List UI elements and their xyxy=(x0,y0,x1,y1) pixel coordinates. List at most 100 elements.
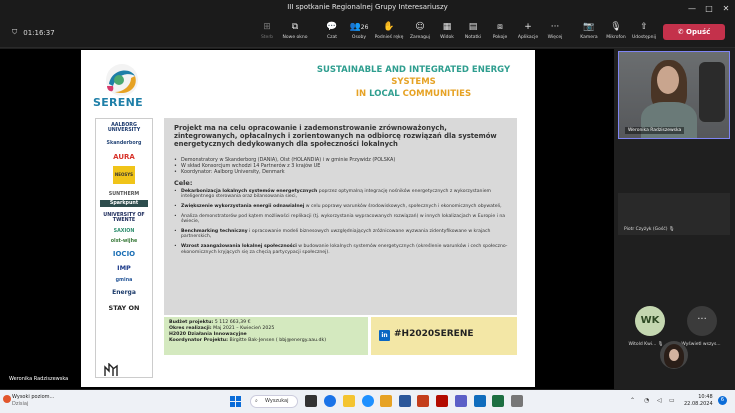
search-icon: ⌕ xyxy=(255,398,258,404)
slide-headline: SUSTAINABLE AND INTEGRATED ENERGY SYSTEM… xyxy=(316,65,511,99)
timer-value: 01:16:37 xyxy=(23,28,55,37)
camera-icon: 📷 xyxy=(583,22,595,32)
hashtag-box: in #H2020SERENE xyxy=(371,317,517,355)
weather-alert-icon xyxy=(3,395,11,403)
smiley-icon: ☺ xyxy=(415,22,425,32)
react-button[interactable]: ☺ Zareaguj xyxy=(405,21,435,47)
store-icon[interactable] xyxy=(380,395,392,407)
powerpoint-icon[interactable] xyxy=(417,395,429,407)
edge-icon[interactable] xyxy=(362,395,374,407)
goal-item: Wzrost zaangażowania lokalnej społecznoś… xyxy=(174,244,511,255)
minimize-button[interactable]: — xyxy=(684,2,700,15)
face-shape xyxy=(657,66,679,94)
phone-icon: ✆ xyxy=(677,28,687,36)
goals-heading: Cele: xyxy=(174,178,193,187)
goal-item: Benchmarking techniczny i opracowanie mo… xyxy=(174,229,511,240)
partner-logo: IMP xyxy=(117,264,131,272)
maximize-button[interactable]: □ xyxy=(701,2,717,15)
share-icon: ⇧ xyxy=(640,22,648,32)
partner-logo: NEOSYS xyxy=(113,166,135,184)
excel-icon[interactable] xyxy=(492,395,504,407)
shared-screen: SERENE SUSTAINABLE AND INTEGRATED ENERGY… xyxy=(0,49,614,389)
microphone-icon: 🎙 xyxy=(610,22,622,32)
bullet-item: Koordynator: Aalborg University, Denmark xyxy=(174,169,511,176)
footer-logo-icon xyxy=(104,363,118,376)
network-icon[interactable]: ◔ xyxy=(644,397,649,404)
goal-item: Analiza demonstratorów pod kątem możliwo… xyxy=(174,214,511,225)
camera-tile[interactable]: Weronika Radziszewska xyxy=(618,51,730,139)
notification-icon[interactable]: 6 xyxy=(718,396,727,405)
window-title: III spotkanie Regionalnej Grupy Interesa… xyxy=(287,3,448,11)
goal-item: Zwiększenie wykorzystania energii odnawi… xyxy=(174,204,511,210)
title-bar: III spotkanie Regionalnej Grupy Interesa… xyxy=(0,0,735,18)
camera-button[interactable]: 📷 Kamera xyxy=(574,21,604,47)
partner-logo: SAXION xyxy=(113,229,135,234)
camera-name-label: Weronika Radziszewska xyxy=(625,127,685,134)
partner-logo: IOCIO xyxy=(112,250,136,258)
partner-logo: STAY ON xyxy=(108,304,140,312)
apps-button[interactable]: + Aplikacje xyxy=(513,21,543,47)
leave-button[interactable]: ✆ Opuść xyxy=(663,24,725,40)
raise-hand-button[interactable]: ✋ Podnieś rękę xyxy=(374,21,404,47)
chat-icon: 💬 xyxy=(326,22,338,32)
plus-icon: + xyxy=(524,22,532,32)
app-icon[interactable] xyxy=(511,395,523,407)
people-icon: 👥26 xyxy=(349,22,369,32)
weather-widget[interactable]: Wysoki poziom... Dzisiaj xyxy=(12,394,54,407)
file-explorer-icon[interactable] xyxy=(343,395,355,407)
mic-button[interactable]: 🎙 Mikrofon xyxy=(601,21,631,47)
partner-logo: olst-wijhe xyxy=(110,239,138,244)
participant-tile[interactable]: Piotr Czyżyk (Gość) 🎙 xyxy=(618,193,730,235)
view-button[interactable]: ⊞ Sterb xyxy=(252,21,282,47)
project-bullets: Demonstratory w Skanderborg (DANIA), Ols… xyxy=(174,157,511,177)
participant-name: Piotr Czyżyk (Gość) 🎙 xyxy=(624,227,675,232)
word-icon[interactable] xyxy=(399,395,411,407)
linkedin-icon: in xyxy=(379,330,390,341)
meeting-timer: ⛉ 01:16:37 xyxy=(12,28,55,37)
presentation-slide: SERENE SUSTAINABLE AND INTEGRATED ENERGY… xyxy=(81,50,535,387)
people-button[interactable]: 👥26 Osoby xyxy=(344,21,374,47)
partner-logo: Skanderborg xyxy=(106,141,142,146)
close-button[interactable]: ✕ xyxy=(718,2,734,15)
partner-logo: AURA xyxy=(113,153,135,161)
meeting-toolbar: ⛉ 01:16:37 ⊞ Sterb ⧉ Nowe okno 💬 Czat 👥26 Os… xyxy=(0,18,735,48)
chair-shape xyxy=(699,62,725,122)
view-icon: ⊞ xyxy=(263,22,271,32)
participants-panel: Weronika Radziszewska Piotr Czyżyk (Gość… xyxy=(615,49,735,389)
outlook-icon[interactable] xyxy=(474,395,486,407)
ellipsis-icon: ··· xyxy=(550,22,560,32)
new-view-button[interactable]: ⧉ Nowe okno xyxy=(280,21,310,47)
new-window-icon: ⧉ xyxy=(291,22,299,32)
partner-logos: AALBORG UNIVERSITY Skanderborg AURA NEOS… xyxy=(95,118,153,378)
teams-icon[interactable] xyxy=(455,395,467,407)
partner-logo: Sparkpunt xyxy=(100,200,148,207)
hand-icon: ✋ xyxy=(383,22,395,32)
rooms-icon: ⧈ xyxy=(497,22,503,32)
mic-off-icon: 🎙 xyxy=(668,227,675,232)
avatar: WK xyxy=(635,306,665,336)
task-view-icon[interactable] xyxy=(305,395,317,407)
windows-start-icon[interactable] xyxy=(230,396,241,407)
chrome-icon[interactable] xyxy=(324,395,336,407)
rooms-button[interactable]: ⧈ Pokoje xyxy=(485,21,515,47)
notes-button[interactable]: ▤ Notatki xyxy=(458,21,488,47)
battery-icon[interactable]: ▭ xyxy=(669,397,675,404)
notes-icon: ▤ xyxy=(468,22,478,32)
share-button[interactable]: ⇧ Udostępnij xyxy=(629,21,659,47)
partner-logo: gmina xyxy=(115,278,133,283)
pdf-icon[interactable] xyxy=(436,395,448,407)
shield-icon: ⛉ xyxy=(12,28,18,36)
system-clock[interactable]: 10:48 22.08.2024 xyxy=(684,394,713,407)
partner-logo: AALBORG UNIVERSITY xyxy=(107,123,141,133)
partner-logo: Energa xyxy=(112,289,136,296)
avatar[interactable] xyxy=(660,341,688,369)
chat-button[interactable]: 💬 Czat xyxy=(317,21,347,47)
serene-logo-text: SERENE xyxy=(93,96,143,109)
taskbar: Wysoki poziom... Dzisiaj ⌕ Wyszukaj ⌃ ◔ … xyxy=(0,390,735,413)
taskbar-search[interactable]: ⌕ Wyszukaj xyxy=(250,395,298,408)
more-button[interactable]: ··· Więcej xyxy=(540,21,570,47)
chevron-up-icon[interactable]: ⌃ xyxy=(630,397,635,404)
partner-logo: UNIVERSITY OF TWENTE xyxy=(103,213,145,223)
speaker-icon[interactable]: ◁ xyxy=(657,397,662,404)
project-description: Projekt ma na celu opracowanie i zademon… xyxy=(164,118,517,315)
